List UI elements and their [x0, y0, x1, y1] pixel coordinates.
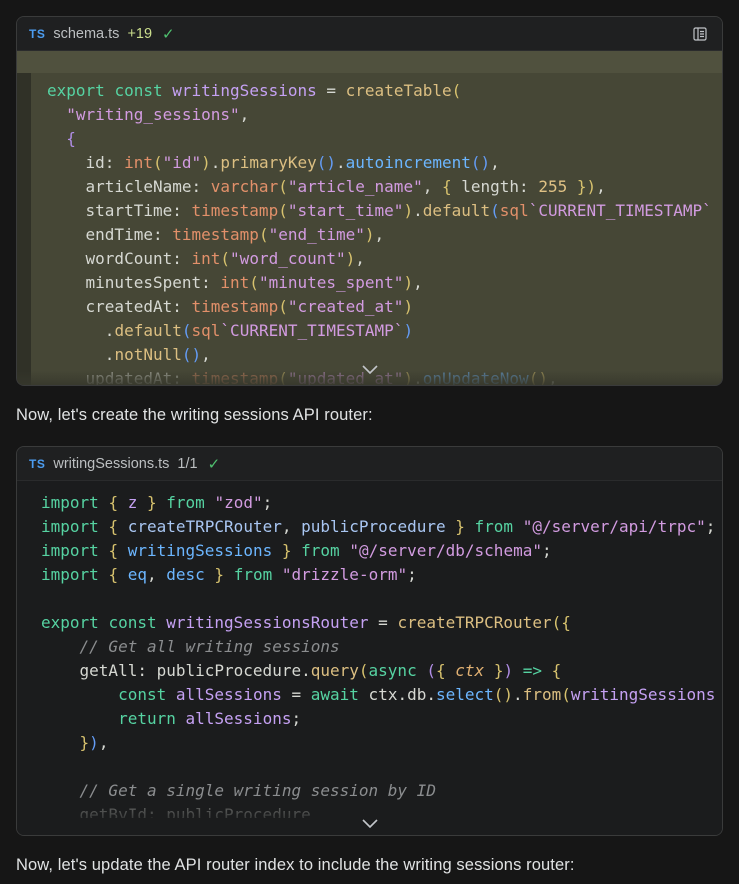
code-line: minutesSpent: int("minutes_spent"),	[47, 271, 722, 295]
assistant-text-2: Now, let's update the API router index t…	[16, 854, 723, 876]
code-line: import { createTRPCRouter, publicProcedu…	[41, 515, 722, 539]
code-line: import { writingSessions } from "@/serve…	[41, 539, 722, 563]
code-line	[41, 755, 722, 779]
code-line	[41, 587, 722, 611]
code-line: id: int("id").primaryKey().autoincrement…	[47, 151, 722, 175]
code-card-header[interactable]: TS schema.ts +19 ✓	[17, 17, 722, 51]
code-content: import { z } from "zod";import { createT…	[17, 481, 722, 835]
chevron-down-icon[interactable]	[356, 814, 384, 833]
code-line: getAll: publicProcedure.query(async ({ c…	[41, 659, 722, 683]
check-icon: ✓	[162, 25, 175, 43]
diff-added-count: +19	[127, 26, 152, 42]
code-line: .notNull(),	[47, 343, 722, 367]
code-line: "writing_sessions",	[47, 103, 722, 127]
code-lines: import { z } from "zod";import { createT…	[41, 491, 722, 818]
page-root: { "page": { "prose1": "Now, let's create…	[0, 0, 739, 884]
page-indicator: 1/1	[177, 456, 197, 472]
code-line: export const writingSessions = createTab…	[47, 79, 722, 103]
code-line: import { z } from "zod";	[41, 491, 722, 515]
code-card-schema: TS schema.ts +19 ✓ export const writingS…	[16, 16, 723, 386]
code-line: const allSessions = await ctx.db.select(…	[41, 683, 722, 707]
typescript-badge: TS	[29, 27, 45, 41]
typescript-badge: TS	[29, 457, 45, 471]
code-line: startTime: timestamp("start_time").defau…	[47, 199, 722, 223]
partial-line-strip	[17, 51, 722, 73]
filename-label: schema.ts	[53, 26, 119, 42]
code-line: // Get all writing sessions	[41, 635, 722, 659]
code-line: articleName: varchar("article_name", { l…	[47, 175, 722, 199]
code-content-diff: export const writingSessions = createTab…	[17, 51, 722, 385]
diff-gutter	[17, 73, 31, 385]
code-card-writing-sessions: TS writingSessions.ts 1/1 ✓ import { z }…	[16, 446, 723, 836]
code-line: }),	[41, 731, 722, 755]
code-line: import { eq, desc } from "drizzle-orm";	[41, 563, 722, 587]
code-line: return allSessions;	[41, 707, 722, 731]
assistant-text-1: Now, let's create the writing sessions A…	[16, 404, 723, 426]
chevron-down-icon[interactable]	[356, 360, 384, 379]
check-icon: ✓	[208, 455, 221, 473]
filename-label: writingSessions.ts	[53, 456, 169, 472]
code-line: {	[47, 127, 722, 151]
code-line: createdAt: timestamp("created_at")	[47, 295, 722, 319]
code-line: .default(sql`CURRENT_TIMESTAMP`)	[47, 319, 722, 343]
code-lines: export const writingSessions = createTab…	[47, 79, 722, 385]
notebook-icon[interactable]	[690, 24, 710, 44]
code-line: // Get a single writing session by ID	[41, 779, 722, 803]
code-line: export const writingSessionsRouter = cre…	[41, 611, 722, 635]
code-card-header[interactable]: TS writingSessions.ts 1/1 ✓	[17, 447, 722, 481]
code-line: updatedAt: timestamp("updated_at").onUpd…	[47, 367, 722, 385]
code-line: wordCount: int("word_count"),	[47, 247, 722, 271]
code-line: endTime: timestamp("end_time"),	[47, 223, 722, 247]
